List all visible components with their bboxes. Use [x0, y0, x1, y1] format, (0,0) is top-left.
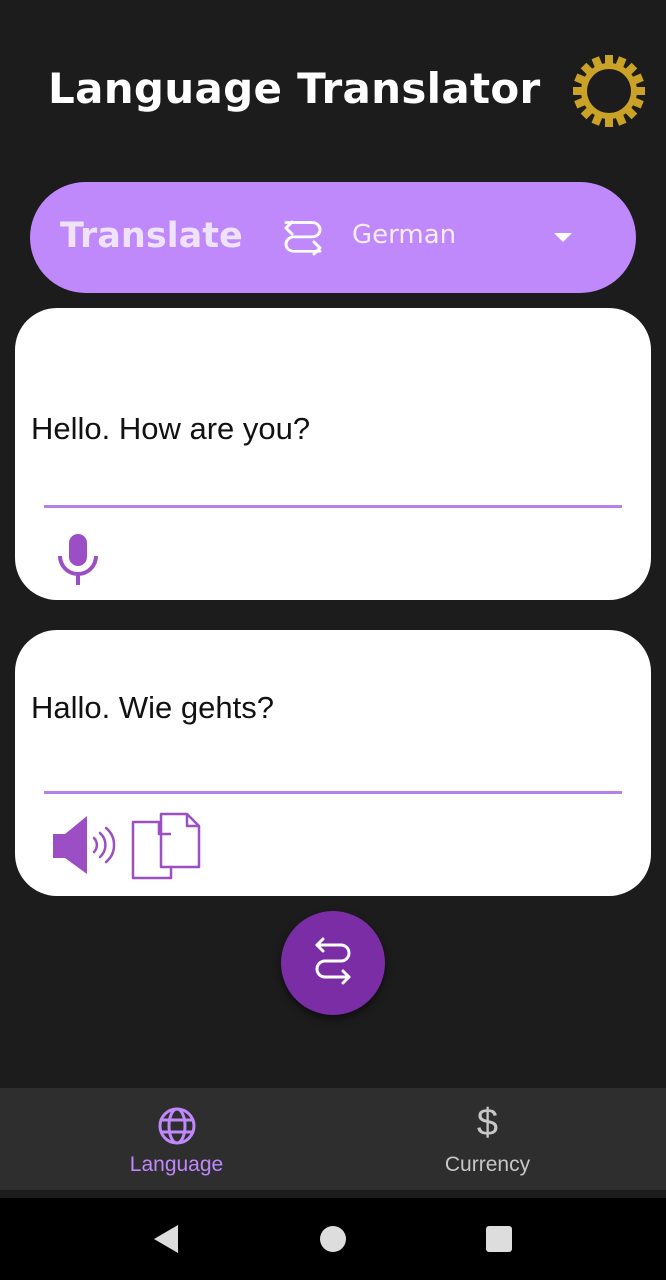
bottom-navigation: Language $ Currency	[0, 1088, 666, 1190]
output-card: Hallo. Wie gehts?	[15, 630, 651, 896]
nav-label-currency: Currency	[444, 1153, 531, 1176]
recents-icon[interactable]	[484, 1224, 514, 1254]
dollar-icon: $	[476, 1102, 499, 1144]
microphone-button[interactable]	[51, 528, 105, 588]
swap-languages-button[interactable]	[278, 213, 328, 263]
output-text: Hallo. Wie gehts?	[31, 690, 274, 725]
copy-icon	[131, 812, 201, 880]
input-underline	[44, 505, 622, 508]
input-card: Hello. How are you?	[15, 308, 651, 600]
caret-down-icon	[554, 233, 572, 242]
input-text-field[interactable]: Hello. How are you?	[31, 411, 310, 447]
nav-label-language: Language	[129, 1153, 224, 1176]
back-icon[interactable]	[151, 1223, 181, 1255]
swap-arrows-icon	[284, 220, 322, 256]
language-bar: Translate German	[30, 182, 636, 293]
speaker-icon	[53, 816, 116, 874]
microphone-icon	[58, 534, 98, 585]
nav-item-language[interactable]: Language	[10, 1088, 343, 1190]
settings-button[interactable]	[573, 55, 645, 127]
language-dropdown[interactable]: German	[340, 202, 590, 274]
translate-label: Translate	[60, 216, 243, 256]
home-icon[interactable]	[318, 1224, 348, 1254]
output-underline	[44, 791, 622, 794]
nav-item-currency[interactable]: $ Currency	[321, 1088, 654, 1190]
swap-fab-button[interactable]	[281, 911, 385, 1015]
speak-button[interactable]	[51, 812, 119, 878]
gear-icon	[573, 55, 645, 127]
swap-arrows-icon	[315, 937, 351, 985]
selected-language: German	[352, 220, 457, 250]
system-navigation-bar	[0, 1198, 666, 1280]
copy-button[interactable]	[131, 811, 201, 881]
app-title: Language Translator	[48, 64, 541, 113]
globe-icon	[158, 1107, 196, 1145]
